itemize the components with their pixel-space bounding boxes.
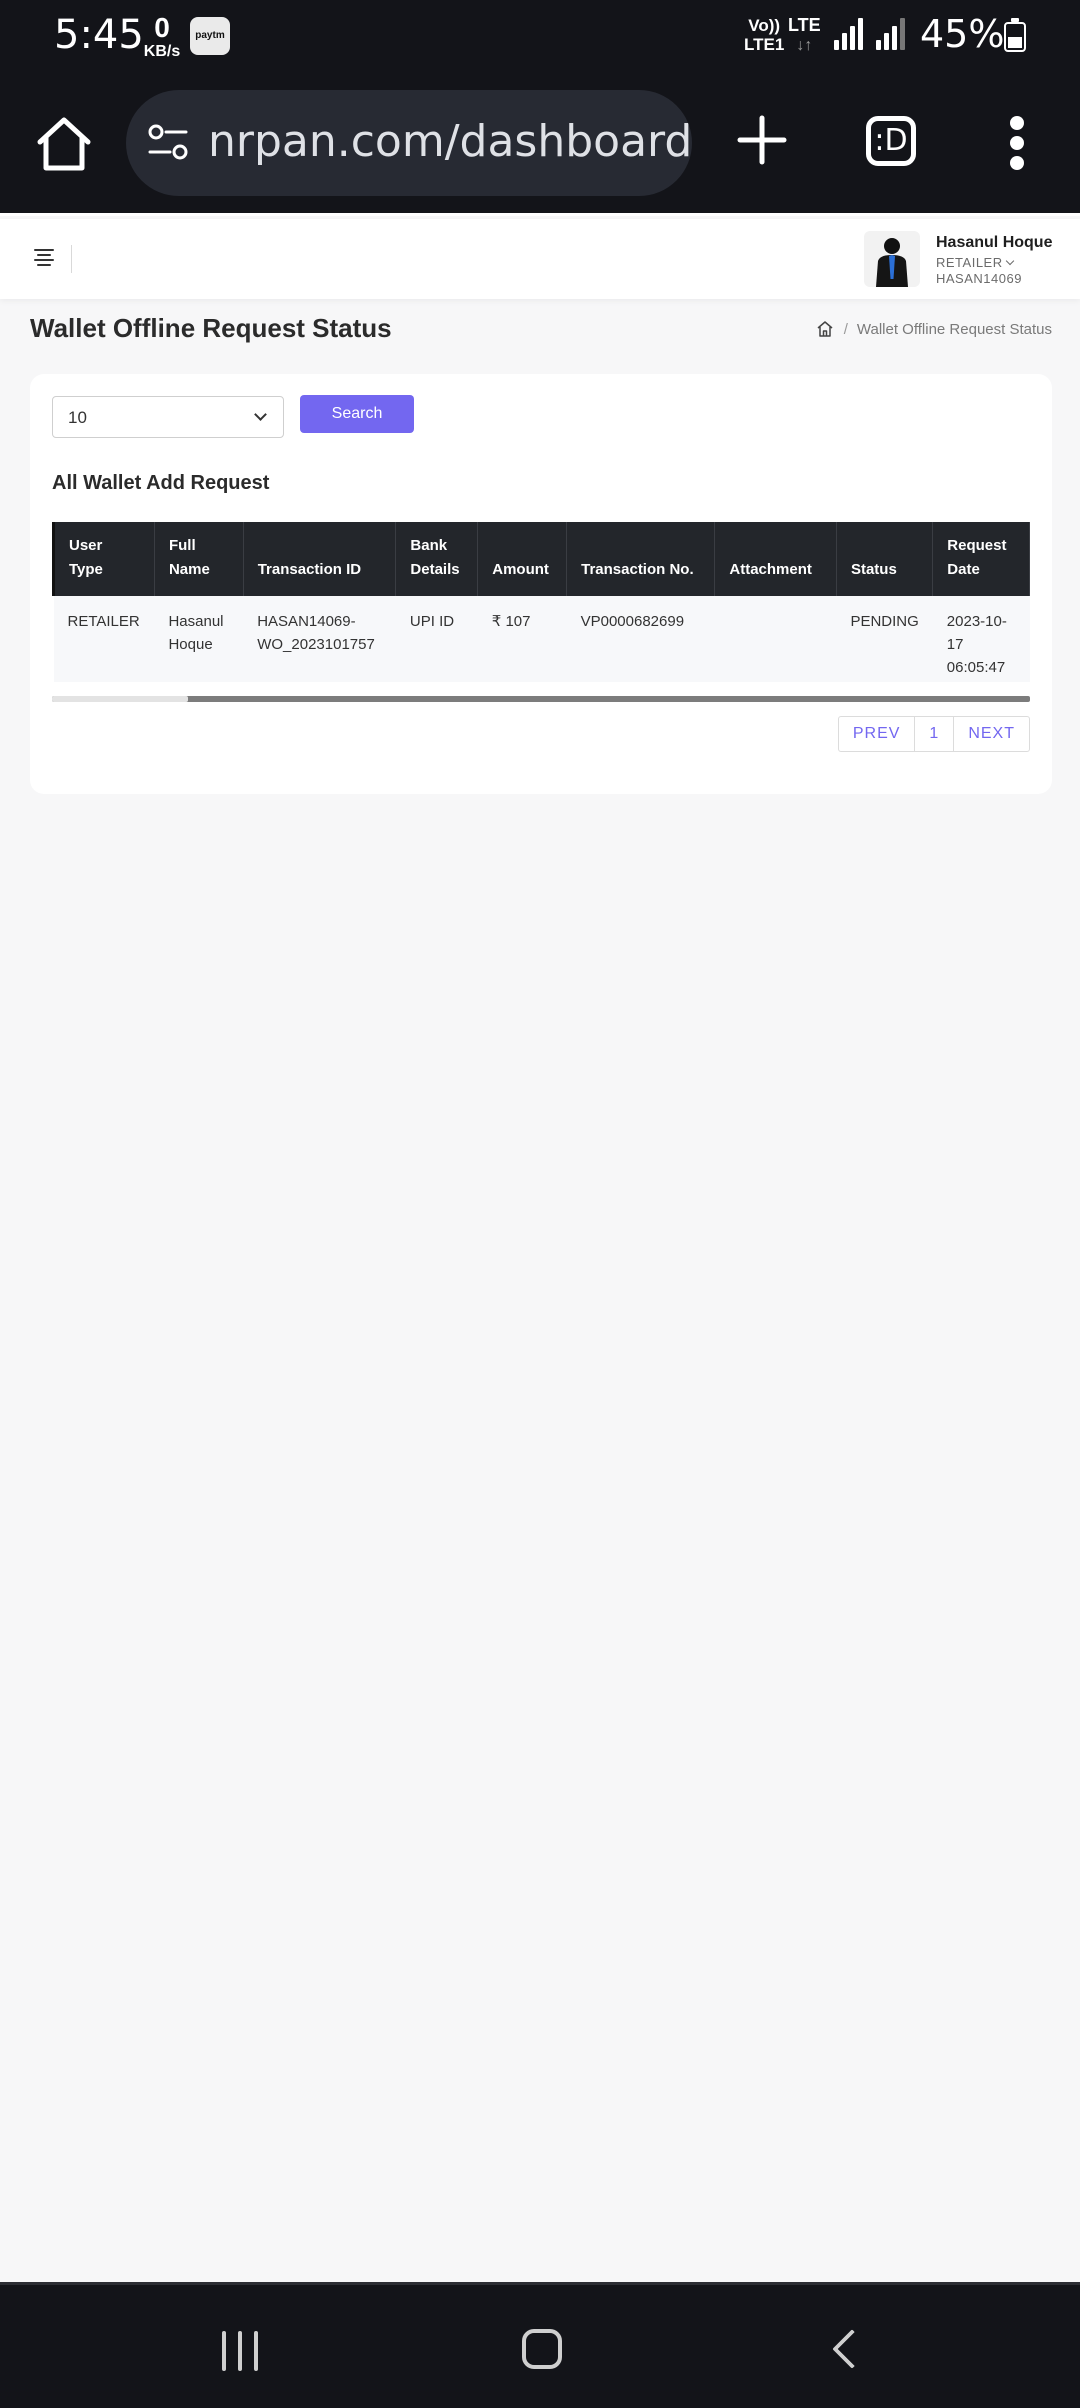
tab-switcher-button[interactable]: :D xyxy=(866,116,916,166)
address-bar[interactable]: nrpan.com/dashboard/wallet-offline-reque… xyxy=(126,90,692,196)
column-header-status: Status xyxy=(836,522,934,596)
table-title: All Wallet Add Request xyxy=(52,472,270,494)
menu-toggle-icon[interactable] xyxy=(34,249,54,266)
more-options-icon[interactable] xyxy=(1000,116,1034,170)
column-header-attachment: Attachment xyxy=(714,522,837,596)
column-header-transaction-id: Transaction ID xyxy=(243,522,397,596)
column-header-request-date: Request Date xyxy=(932,522,1030,596)
page-size-select[interactable]: 10 xyxy=(52,396,284,438)
column-header-full-name: Full Name xyxy=(154,522,244,596)
status-time: 5:45 xyxy=(54,12,144,58)
cell-request-date: 2023-10-17 06:05:47 xyxy=(932,596,1030,682)
page-title: Wallet Offline Request Status xyxy=(30,313,392,343)
cell-status: PENDING xyxy=(836,596,933,682)
user-role-label: RETAILER xyxy=(936,255,1003,270)
next-page-button[interactable]: NEXT xyxy=(954,717,1029,751)
prev-page-button[interactable]: PREV xyxy=(839,717,916,751)
user-id: HASAN14069 xyxy=(936,271,1022,286)
network-speed-unit: KB/s xyxy=(143,43,181,60)
cell-transaction-no: VP0000682699 xyxy=(566,596,715,682)
site-settings-icon[interactable] xyxy=(146,120,190,164)
table-row: RETAILER Hasanul Hoque HASAN14069-WO_202… xyxy=(53,596,1030,682)
horizontal-scrollbar-thumb[interactable] xyxy=(52,696,188,702)
cell-amount: ₹ 107 xyxy=(477,596,567,682)
site-header: Hasanul Hoque RETAILER HASAN14069 xyxy=(0,219,1080,299)
pagination: PREV 1 NEXT xyxy=(837,716,1030,752)
lte-indicator: LTE ↓↑ xyxy=(788,16,821,55)
table-scroll-container[interactable]: User Type Full Name Transaction ID Bank … xyxy=(52,522,1030,682)
page-size-value: 10 xyxy=(68,408,87,427)
new-tab-icon[interactable] xyxy=(730,108,794,172)
signal-strength-icon xyxy=(834,18,864,50)
battery-icon xyxy=(1004,18,1026,52)
user-name[interactable]: Hasanul Hoque xyxy=(936,234,1052,252)
breadcrumb-current: Wallet Offline Request Status xyxy=(856,320,1052,338)
breadcrumb-separator: / xyxy=(843,320,848,338)
cell-transaction-id: HASAN14069-WO_2023101757 xyxy=(243,596,396,682)
column-header-amount: Amount xyxy=(477,522,568,596)
data-activity-icon: ↓↑ xyxy=(796,37,813,54)
wallet-requests-card: 10 Search All Wallet Add Request User Ty… xyxy=(30,374,1052,794)
cell-attachment xyxy=(714,596,837,682)
column-header-transaction-no: Transaction No. xyxy=(566,522,716,596)
column-header-user-type: User Type xyxy=(52,522,155,596)
back-icon[interactable] xyxy=(832,2329,872,2369)
page-number-button[interactable]: 1 xyxy=(915,717,955,751)
status-bar: 5:45 0 KB/s paytm Vo)) LTE1 LTE ↓↑ 45% xyxy=(0,0,1080,72)
recent-apps-icon[interactable] xyxy=(222,2331,262,2371)
network-speed-value: 0 xyxy=(154,12,170,43)
search-button[interactable]: Search xyxy=(300,395,414,433)
browser-toolbar: nrpan.com/dashboard/wallet-offline-reque… xyxy=(0,72,1080,216)
cell-full-name: Hasanul Hoque xyxy=(154,596,244,682)
volte-line-2: LTE1 xyxy=(744,35,785,54)
breadcrumb-home-icon[interactable] xyxy=(816,320,834,338)
volte-indicator: Vo)) LTE1 xyxy=(744,16,784,54)
avatar[interactable] xyxy=(864,231,920,287)
chevron-down-icon xyxy=(1005,256,1014,266)
breadcrumb: / Wallet Offline Request Status xyxy=(816,320,1052,338)
table-header-row: User Type Full Name Transaction ID Bank … xyxy=(52,522,1030,596)
battery-percent: 45% xyxy=(920,12,1005,56)
url-text[interactable]: nrpan.com/dashboard/wallet-offline-reque… xyxy=(208,116,692,167)
user-role[interactable]: RETAILER xyxy=(936,255,1014,270)
cell-bank-details: UPI ID xyxy=(395,596,478,682)
wallet-requests-table: User Type Full Name Transaction ID Bank … xyxy=(52,522,1030,682)
paytm-notification-icon: paytm xyxy=(190,17,230,55)
header-divider xyxy=(71,245,72,273)
home-button-icon[interactable] xyxy=(522,2329,562,2369)
volte-line-1: Vo)) xyxy=(748,16,781,35)
horizontal-scrollbar[interactable] xyxy=(52,696,1030,702)
cell-user-type: RETAILER xyxy=(53,596,155,682)
lte-label: LTE xyxy=(788,15,821,35)
chevron-down-icon xyxy=(254,408,267,421)
network-speed: 0 KB/s xyxy=(140,14,184,60)
home-icon[interactable] xyxy=(32,112,96,176)
system-navigation-bar xyxy=(0,2282,1080,2408)
column-header-bank-details: Bank Details xyxy=(395,522,479,596)
signal-strength-icon-sim2 xyxy=(876,18,906,50)
